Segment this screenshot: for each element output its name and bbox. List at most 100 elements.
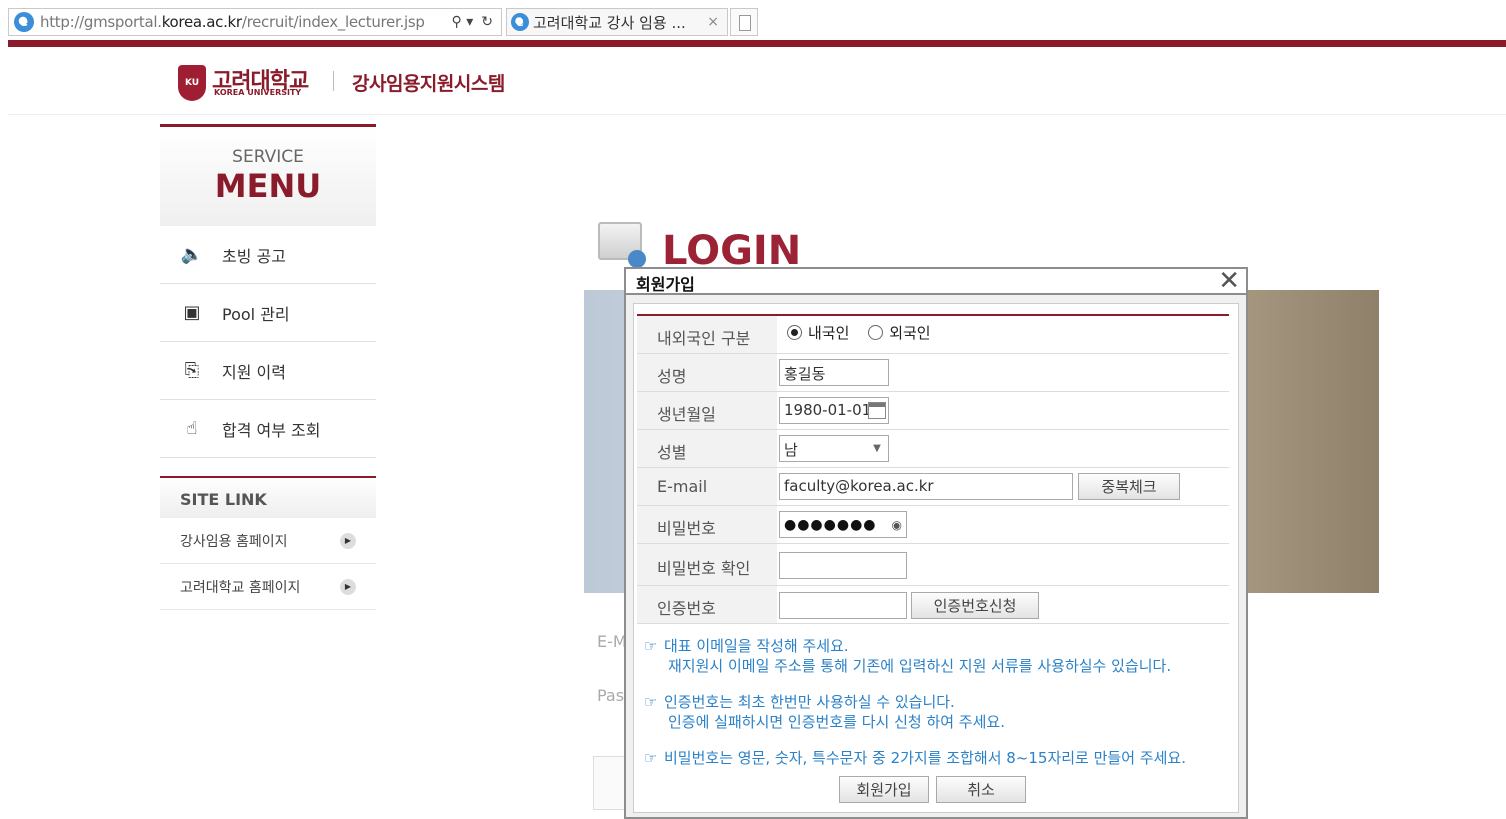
modal-title: 회원가입 (636, 275, 695, 294)
address-bar[interactable]: e http://gmsportal.korea.ac.kr/recruit/i… (8, 8, 502, 36)
logo-english: KOREA UNIVERSITY (214, 88, 302, 97)
tab-ie-icon: e (511, 13, 529, 31)
ie-icon: e (14, 12, 34, 32)
computer-icon: ▣ (183, 302, 201, 323)
menu-label: MENU (214, 167, 322, 205)
login-button-partial[interactable] (593, 756, 627, 810)
row-password-confirm: 비밀번호 확인 (637, 544, 1229, 586)
site-link-label: 강사임용 홈페이지 (180, 533, 288, 550)
new-tab-button[interactable] (730, 8, 758, 36)
pointing-hand-icon: ☞ (644, 749, 658, 767)
gender-select[interactable]: 남 ▼ (779, 435, 889, 462)
notes: ☞ 대표 이메일을 작성해 주세요. 재지원시 이메일 주소를 통해 기존에 입력… (644, 636, 1234, 784)
email-input[interactable]: faculty@korea.ac.kr (779, 473, 1073, 500)
sidebar: SERVICE MENU 🔈 초빙 공고 ▣ Pool 관리 ⎘ 지원 이력 ☝… (160, 124, 376, 610)
row-auth-code: 인증번호 인증번호신청 (637, 586, 1229, 624)
auth-code-input[interactable] (779, 592, 907, 619)
email-label: E-mail (637, 468, 777, 505)
sidebar-item-history[interactable]: ⎘ 지원 이력 (160, 342, 376, 400)
note-text: 재지원시 이메일 주소를 통해 기존에 입력하신 지원 서류를 사용하실수 있습… (668, 657, 1172, 675)
header-accent-bar (8, 40, 1506, 47)
refresh-icon[interactable]: ↻ (481, 14, 493, 30)
radio-label: 외국인 (889, 324, 931, 342)
name-input[interactable]: 홍길동 (779, 359, 889, 386)
close-icon[interactable]: ✕ (1218, 268, 1240, 294)
site-link-university-home[interactable]: 고려대학교 홈페이지 ▶ (160, 564, 376, 610)
search-icon[interactable]: ⚲ ▾ (452, 14, 474, 30)
modal-footer: 회원가입 취소 (634, 776, 1240, 806)
speaker-icon: 🔈 (180, 244, 204, 265)
tab-close-icon[interactable]: × (699, 14, 727, 30)
reveal-password-icon[interactable]: ◉ (892, 518, 902, 532)
site-link-label: 고려대학교 홈페이지 (180, 579, 301, 596)
signup-submit-button[interactable]: 회원가입 (839, 776, 929, 803)
hand-pointer-icon: ☝ (186, 418, 198, 439)
service-menu-header: SERVICE MENU (160, 124, 376, 226)
auth-code-request-button[interactable]: 인증번호신청 (911, 592, 1039, 619)
gender-value: 남 (784, 441, 798, 459)
sidebar-item-result[interactable]: ☝ 합격 여부 조회 (160, 400, 376, 458)
radio-unchecked-icon[interactable] (868, 325, 884, 340)
service-label: SERVICE (232, 147, 304, 167)
login-monitor-icon (598, 222, 646, 268)
row-gender: 성별 남 ▼ (637, 430, 1229, 468)
system-title: 강사임용지원시스템 (352, 73, 505, 95)
name-label: 성명 (637, 354, 777, 391)
gender-label: 성별 (637, 430, 777, 467)
university-crest-icon[interactable]: KU (178, 65, 206, 101)
radio-label: 내국인 (808, 324, 850, 342)
radio-checked-icon[interactable] (787, 325, 802, 340)
radio-foreign[interactable]: 외국인 (868, 322, 931, 343)
radio-domestic[interactable]: 내국인 (787, 322, 849, 343)
note-text: 인증에 실패하시면 인증번호를 다시 신청 하여 주세요. (668, 713, 1005, 731)
duplicate-check-button[interactable]: 중복체크 (1078, 473, 1180, 500)
calendar-icon[interactable] (868, 402, 886, 419)
login-email-label: E-M (597, 632, 627, 651)
auth-code-label: 인증번호 (637, 586, 777, 623)
pointing-hand-icon: ☞ (644, 637, 658, 655)
note-item: ☞ 인증번호는 최초 한번만 사용하실 수 있습니다. 인증에 실패하시면 인증번… (644, 692, 1234, 732)
password-value: ●●●●●●● (784, 517, 877, 533)
nationality-radio-group: 내국인 외국인 (787, 322, 945, 344)
site-header: KU 고려대학교 KOREA UNIVERSITY 강사임용지원시스템 (8, 47, 1506, 115)
chevron-down-icon[interactable]: ▼ (866, 436, 888, 461)
password-confirm-label: 비밀번호 확인 (637, 544, 777, 585)
note-text: 비밀번호는 영문, 숫자, 특수문자 중 2가지를 조합해서 8~15자리로 만… (664, 749, 1186, 767)
pointing-hand-icon: ☞ (644, 693, 658, 711)
sidebar-item-pool[interactable]: ▣ Pool 관리 (160, 284, 376, 342)
arrow-right-icon: ▶ (340, 532, 356, 549)
password-confirm-input[interactable] (779, 552, 907, 579)
sidebar-item-label: 지원 이력 (222, 362, 286, 382)
row-email: E-mail faculty@korea.ac.kr 중복체크 (637, 468, 1229, 506)
modal-titlebar: 회원가입 ✕ (626, 268, 1246, 295)
browser-tab[interactable]: e 고려대학교 강사 임용 ... × (506, 8, 728, 36)
note-item: ☞ 비밀번호는 영문, 숫자, 특수문자 중 2가지를 조합해서 8~15자리로 … (644, 748, 1234, 768)
sidebar-item-label: 합격 여부 조회 (222, 420, 321, 440)
signup-modal: 회원가입 ✕ 내외국인 구분 내국인 외국인 성명 홍길동 생년월일 1980-… (624, 267, 1248, 819)
birth-label: 생년월일 (637, 392, 777, 429)
cancel-button[interactable]: 취소 (936, 776, 1026, 803)
browser-chrome: e http://gmsportal.korea.ac.kr/recruit/i… (0, 0, 1506, 40)
nationality-label: 내외국인 구분 (637, 316, 777, 353)
row-password: 비밀번호 ●●●●●●● ◉ (637, 506, 1229, 544)
birth-input[interactable]: 1980-01-01 (779, 397, 889, 424)
site-link-title: SITE LINK (160, 476, 376, 518)
clipboard-icon: ⎘ (184, 360, 200, 381)
login-password-label: Pas (597, 686, 625, 705)
note-item: ☞ 대표 이메일을 작성해 주세요. 재지원시 이메일 주소를 통해 기존에 입력… (644, 636, 1234, 676)
logo-separator (333, 71, 334, 91)
arrow-right-icon: ▶ (340, 578, 356, 595)
row-birth: 생년월일 1980-01-01 (637, 392, 1229, 430)
sidebar-item-label: Pool 관리 (222, 304, 290, 324)
birth-value: 1980-01-01 (784, 401, 872, 419)
site-link-recruit-home[interactable]: 강사임용 홈페이지 ▶ (160, 518, 376, 564)
url-text[interactable]: http://gmsportal.korea.ac.kr/recruit/ind… (40, 13, 425, 31)
note-text: 대표 이메일을 작성해 주세요. (664, 637, 849, 655)
row-nationality: 내외국인 구분 내국인 외국인 (637, 316, 1229, 354)
tab-title: 고려대학교 강사 임용 ... (533, 13, 686, 32)
sidebar-item-recruit-notice[interactable]: 🔈 초빙 공고 (160, 226, 376, 284)
sidebar-item-label: 초빙 공고 (222, 246, 286, 266)
password-input[interactable]: ●●●●●●● ◉ (779, 511, 907, 538)
password-label: 비밀번호 (637, 506, 777, 543)
note-text: 인증번호는 최초 한번만 사용하실 수 있습니다. (664, 693, 955, 711)
